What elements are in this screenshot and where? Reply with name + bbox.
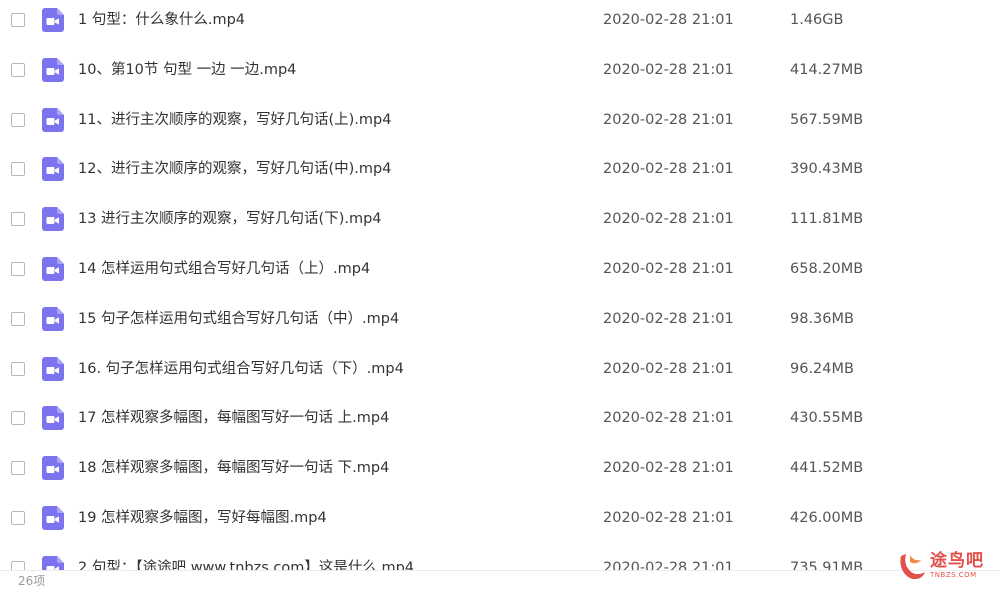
file-size: 96.24MB xyxy=(790,360,854,377)
file-modified-date: 2020-02-28 21:01 xyxy=(603,61,734,78)
file-name[interactable]: 13 进行主次顺序的观察，写好几句话(下).mp4 xyxy=(78,207,382,231)
file-size: 658.20MB xyxy=(790,261,864,277)
file-row[interactable]: 13 进行主次顺序的观察，写好几句话(下).mp4 2020-02-28 21:0… xyxy=(0,194,1000,244)
video-file-icon xyxy=(42,506,64,530)
file-modified-date: 2020-02-28 21:01 xyxy=(603,559,734,570)
watermark-domain: TNBZS.COM xyxy=(930,571,977,579)
file-size: 98.36MB xyxy=(790,310,854,327)
row-checkbox[interactable] xyxy=(11,62,25,77)
file-row[interactable]: 14 怎样运用句式组合写好几句话（上）.mp4 2020-02-28 21:01 6… xyxy=(0,244,1000,294)
watermark-brand: 途鸟吧 xyxy=(930,551,984,571)
file-modified-date: 2020-02-28 21:01 xyxy=(603,211,734,228)
file-row[interactable]: 10、第10节 句型 一边 一边.mp4 2020-02-28 21:01 414.… xyxy=(0,45,1000,95)
video-file-icon xyxy=(42,207,64,232)
row-checkbox[interactable] xyxy=(11,361,25,376)
file-row[interactable]: 12、进行主次顺序的观察，写好几句话(中).mp4 2020-02-28 21:0… xyxy=(0,144,1000,194)
row-checkbox[interactable] xyxy=(11,311,25,326)
file-row[interactable]: 17 怎样观察多幅图，每幅图写好一句话 上.mp4 2020-02-28 21:0… xyxy=(0,393,1000,443)
file-size: 567.59MB xyxy=(790,111,864,128)
file-list: 1 句型：什么象什么.mp4 2020-02-28 21:01 1.46GB 10、第… xyxy=(0,0,1000,570)
video-file-icon xyxy=(42,306,64,331)
row-checkbox[interactable] xyxy=(11,511,25,525)
file-size: 111.81MB xyxy=(790,211,864,228)
file-modified-date: 2020-02-28 21:01 xyxy=(603,460,734,477)
status-bar: 26项 xyxy=(0,570,1000,589)
file-size: 430.55MB xyxy=(790,410,864,427)
row-checkbox[interactable] xyxy=(11,560,25,570)
file-row[interactable]: 18 怎样观察多幅图，每幅图写好一句话 下.mp4 2020-02-28 21:0… xyxy=(0,443,1000,493)
video-file-icon xyxy=(42,356,64,381)
file-row[interactable]: 2 句型：【途途吧 www.tnbzs.com】这是什么.mp4 2020-02-… xyxy=(0,543,1000,570)
row-checkbox[interactable] xyxy=(11,262,25,276)
file-size: 735.91MB xyxy=(790,559,864,570)
video-file-icon xyxy=(42,406,64,431)
file-name[interactable]: 12、进行主次顺序的观察，写好几句话(中).mp4 xyxy=(78,157,391,181)
file-row[interactable]: 11、进行主次顺序的观察，写好几句话(上).mp4 2020-02-28 21:0… xyxy=(0,95,1000,145)
file-modified-date: 2020-02-28 21:01 xyxy=(603,111,734,128)
file-row[interactable]: 16. 句子怎样运用句式组合写好几句话（下）.mp4 2020-02-28 21:… xyxy=(0,344,1000,394)
file-size: 390.43MB xyxy=(790,161,864,178)
row-checkbox[interactable] xyxy=(11,212,25,227)
watermark: 途鸟吧 TNBZS.COM xyxy=(896,548,996,586)
file-name[interactable]: 17 怎样观察多幅图，每幅图写好一句话 上.mp4 xyxy=(78,406,389,430)
video-file-icon xyxy=(42,555,64,570)
file-size: 426.00MB xyxy=(790,510,864,526)
video-file-icon xyxy=(42,8,64,32)
file-name[interactable]: 11、进行主次顺序的观察，写好几句话(上).mp4 xyxy=(78,108,391,132)
file-size: 441.52MB xyxy=(790,460,864,477)
row-checkbox[interactable] xyxy=(11,112,25,127)
file-modified-date: 2020-02-28 21:01 xyxy=(603,360,734,377)
file-size: 414.27MB xyxy=(790,61,864,78)
file-name[interactable]: 14 怎样运用句式组合写好几句话（上）.mp4 xyxy=(78,257,370,281)
file-size: 1.46GB xyxy=(790,12,844,28)
video-file-icon xyxy=(42,107,64,132)
row-checkbox[interactable] xyxy=(11,13,25,27)
row-checkbox[interactable] xyxy=(11,162,25,177)
file-modified-date: 2020-02-28 21:01 xyxy=(603,510,734,526)
video-file-icon xyxy=(42,157,64,182)
file-modified-date: 2020-02-28 21:01 xyxy=(603,261,734,277)
item-count: 26项 xyxy=(18,574,46,588)
file-row[interactable]: 15 句子怎样运用句式组合写好几句话（中）.mp4 2020-02-28 21:0… xyxy=(0,294,1000,344)
file-name[interactable]: 18 怎样观察多幅图，每幅图写好一句话 下.mp4 xyxy=(78,456,389,480)
row-checkbox[interactable] xyxy=(11,411,25,426)
bird-logo-icon xyxy=(900,554,925,580)
file-name[interactable]: 2 句型：【途途吧 www.tnbzs.com】这是什么.mp4 xyxy=(78,556,414,570)
file-modified-date: 2020-02-28 21:01 xyxy=(603,161,734,178)
video-file-icon xyxy=(42,57,64,82)
file-modified-date: 2020-02-28 21:01 xyxy=(603,310,734,327)
row-checkbox[interactable] xyxy=(11,461,25,476)
file-name[interactable]: 16. 句子怎样运用句式组合写好几句话（下）.mp4 xyxy=(78,357,404,381)
file-modified-date: 2020-02-28 21:01 xyxy=(603,410,734,427)
file-name[interactable]: 15 句子怎样运用句式组合写好几句话（中）.mp4 xyxy=(78,307,399,331)
video-file-icon xyxy=(42,257,64,281)
file-row[interactable]: 1 句型：什么象什么.mp4 2020-02-28 21:01 1.46GB xyxy=(0,0,1000,45)
file-row[interactable]: 19 怎样观察多幅图，写好每幅图.mp4 2020-02-28 21:01 426.… xyxy=(0,493,1000,543)
file-name[interactable]: 10、第10节 句型 一边 一边.mp4 xyxy=(78,58,296,82)
file-name[interactable]: 19 怎样观察多幅图，写好每幅图.mp4 xyxy=(78,506,327,530)
file-modified-date: 2020-02-28 21:01 xyxy=(603,12,734,28)
file-name[interactable]: 1 句型：什么象什么.mp4 xyxy=(78,8,245,32)
video-file-icon xyxy=(42,456,64,481)
